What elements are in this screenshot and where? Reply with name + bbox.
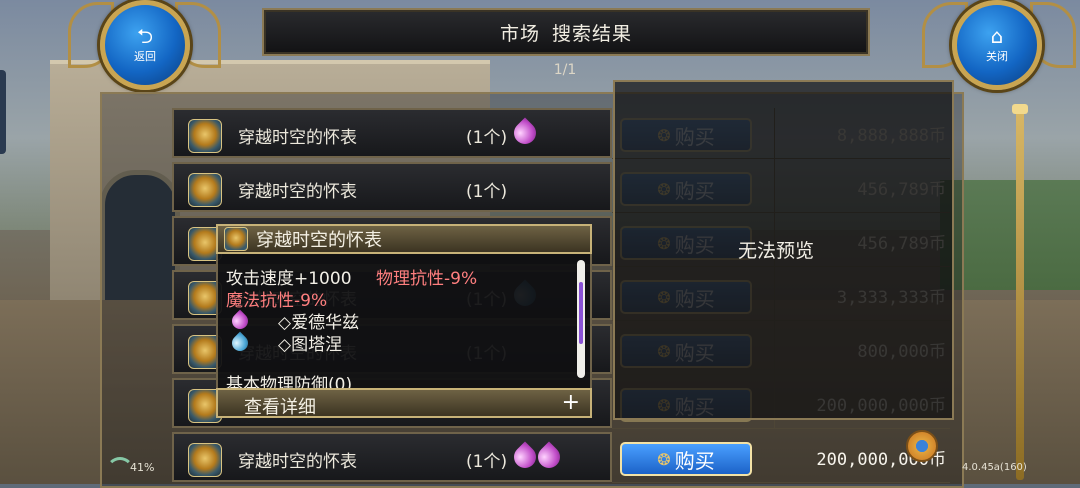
list-scroll-thumb[interactable]	[1012, 104, 1028, 114]
back-label: 返回	[134, 50, 156, 63]
gem-slots	[509, 117, 541, 149]
back-button[interactable]: ⮌ 返回	[100, 0, 190, 90]
item-quantity: (1个)	[466, 452, 508, 472]
pink-gem-icon	[509, 117, 541, 149]
view-detail-button[interactable]: 查看详细 +	[216, 388, 592, 418]
stat-physical-resist: 物理抗性-9%	[376, 269, 478, 289]
preview-message: 无法预览	[738, 240, 815, 262]
listing-row[interactable]: 穿越时空的怀表 (1个)	[172, 432, 612, 482]
home-icon: ⌂	[990, 24, 1004, 48]
tooltip-title: 穿越时空的怀表	[256, 230, 382, 251]
gem-2-label: ◇图塔涅	[278, 335, 343, 355]
listing-row[interactable]: 穿越时空的怀表 (1个)	[172, 108, 612, 158]
stat-base-defense: 基本物理防御(0)	[226, 375, 353, 388]
version-text: 4.0.45a(160)	[962, 462, 1027, 473]
side-pull-tab[interactable]	[0, 70, 6, 154]
gem-line-2: ◇图塔涅	[226, 330, 342, 355]
pocket-watch-icon	[188, 443, 222, 477]
title-bar: 市场 搜索结果	[262, 8, 870, 56]
back-arrow-icon: ⮌	[136, 24, 154, 48]
item-name: 穿越时空的怀表	[238, 128, 357, 148]
pocket-watch-icon	[224, 227, 248, 251]
item-name: 穿越时空的怀表	[238, 452, 357, 472]
pocket-watch-icon	[188, 173, 222, 207]
blue-gem-icon	[228, 331, 252, 354]
buy-button[interactable]: ❂购买	[620, 442, 752, 476]
pocket-watch-icon	[188, 119, 222, 153]
view-detail-label: 查看详细	[244, 397, 316, 418]
tooltip-scroll-thumb[interactable]	[579, 282, 583, 344]
gem-slots	[509, 441, 565, 473]
palette-icon[interactable]	[906, 430, 938, 462]
listing-row[interactable]: 穿越时空的怀表 (1个)	[172, 162, 612, 212]
pink-gem-icon	[228, 309, 252, 332]
row-divider	[612, 482, 950, 483]
plus-icon: +	[561, 390, 580, 415]
coin-icon: ❂	[657, 449, 671, 469]
tooltip-header: 穿越时空的怀表	[216, 224, 592, 254]
title-sub: 搜索结果	[552, 22, 633, 45]
row-divider	[612, 428, 950, 429]
close-label: 关闭	[986, 50, 1008, 63]
item-quantity: (1个)	[466, 182, 508, 202]
battery-text: 41%	[130, 461, 155, 474]
pink-gem-icon	[533, 441, 565, 473]
buy-label: 购买	[674, 448, 715, 473]
item-name: 穿越时空的怀表	[238, 182, 357, 202]
page-indicator: 1/1	[553, 62, 577, 78]
tooltip-body[interactable]: 攻击速度+1000 物理抗性-9% 魔法抗性-9% ◇爱德华兹 ◇图塔涅 基本物…	[216, 254, 592, 388]
pink-gem-icon	[509, 441, 541, 473]
close-button[interactable]: ⌂ 关闭	[952, 0, 1042, 90]
item-quantity: (1个)	[466, 128, 508, 148]
list-scrollbar[interactable]	[1016, 108, 1024, 480]
title-main: 市场	[499, 22, 540, 45]
